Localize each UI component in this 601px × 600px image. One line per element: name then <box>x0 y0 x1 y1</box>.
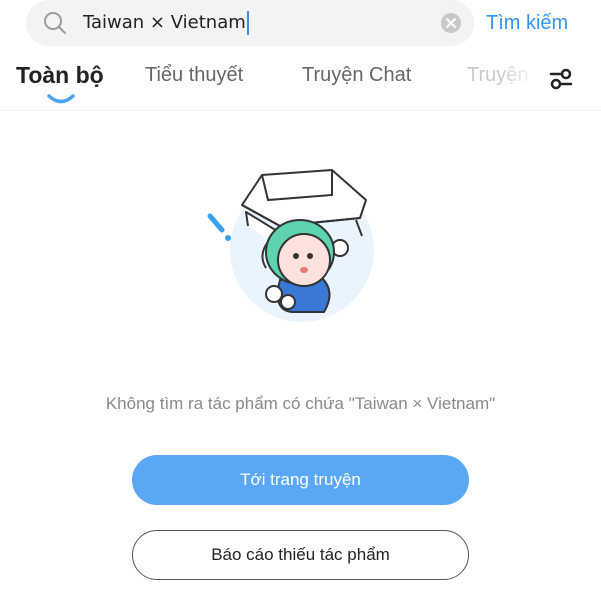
tab-novel[interactable]: Tiểu thuyết <box>145 64 243 87</box>
empty-state-message: Không tìm ra tác phẩm có chứa "Taiwan × … <box>105 394 496 413</box>
tab-chat-story[interactable]: Truyện Chat <box>302 64 411 87</box>
filter-icon[interactable] <box>548 66 574 92</box>
tab-bar: Toàn bộ Tiểu thuyết Truyện Chat Truyện <box>0 58 601 110</box>
search-button[interactable]: Tìm kiếm <box>486 10 568 36</box>
go-to-stories-button[interactable]: Tới trang truyện <box>132 455 469 505</box>
clear-icon[interactable] <box>440 12 462 34</box>
tab-fade-mask <box>500 58 545 102</box>
empty-illustration <box>207 169 374 322</box>
report-missing-button[interactable]: Báo cáo thiếu tác phẩm <box>132 530 469 580</box>
tab-indicator <box>47 94 75 104</box>
search-input[interactable]: Taiwan × Vietnam <box>83 10 249 36</box>
tab-all[interactable]: Toàn bộ <box>16 62 104 89</box>
search-icon <box>44 12 66 34</box>
tab-divider <box>0 110 601 111</box>
search-input-value: Taiwan × Vietnam <box>83 12 246 33</box>
text-caret <box>246 11 249 35</box>
search-bar[interactable]: Taiwan × Vietnam <box>26 0 474 46</box>
